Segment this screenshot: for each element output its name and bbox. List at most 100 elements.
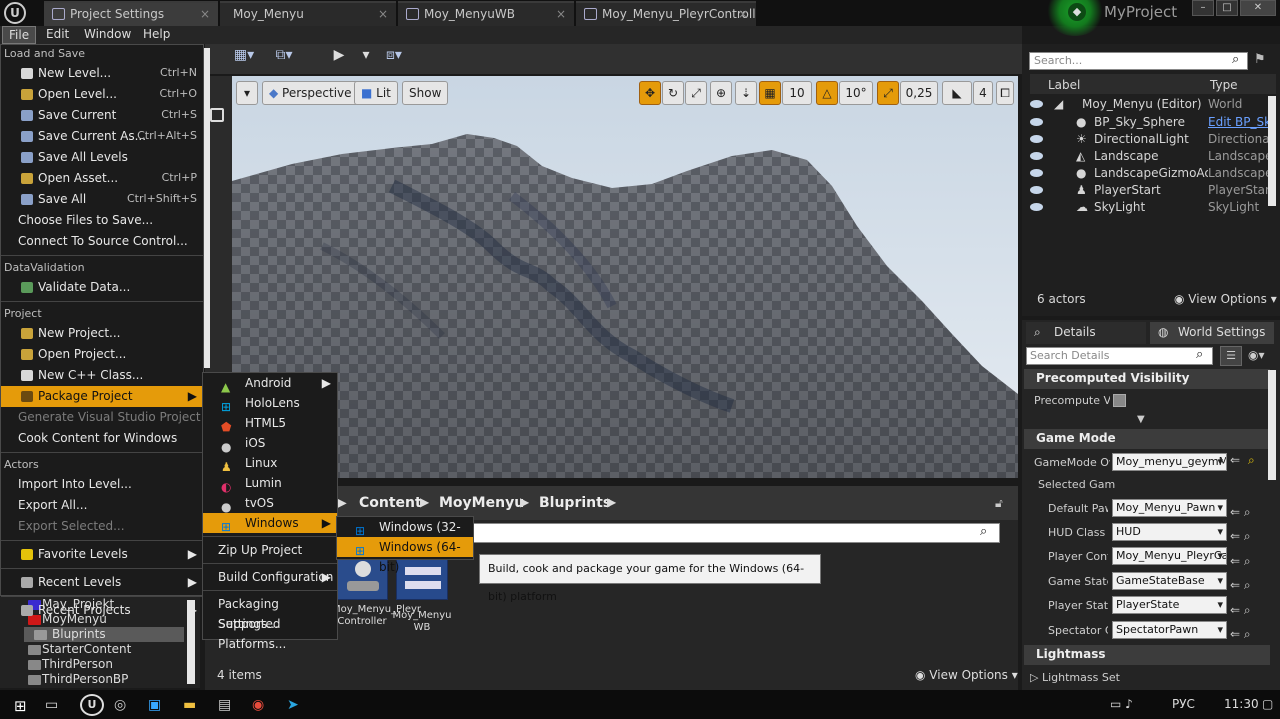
minimize-button[interactable]: – [1192, 0, 1214, 16]
lock-icon[interactable]: 🔓︎ [995, 496, 1003, 511]
platform-android[interactable]: ▲ Android ▶ [203, 373, 337, 394]
lightmass-settings-row[interactable]: ▷ Lightmass Set [1030, 671, 1120, 684]
telegram-icon[interactable]: ➤ [287, 697, 299, 713]
menu-edit[interactable]: Edit [40, 26, 75, 44]
menu-scrollbar[interactable] [204, 48, 210, 368]
expand-arrow-icon[interactable]: ▼ [1137, 414, 1145, 425]
outliner-row[interactable]: ◢ Moy_Menyu (Editor) World [1030, 96, 1276, 113]
outliner-row[interactable]: ◭ Landscape Landscape [1030, 148, 1276, 165]
tray-icons[interactable]: ▭ ♪ [1110, 697, 1133, 711]
app-icon[interactable]: ▤ [218, 697, 231, 713]
use-selected-icon[interactable]: ⇐ [1230, 453, 1240, 467]
scale-snap-icon[interactable]: ⤢ [877, 81, 899, 105]
level-viewport[interactable]: ▾ ◆ Perspective ■ Lit Show ✥ ↻ ⤢ ⊕ ⇣ ▦ 1… [232, 76, 1018, 478]
browse-icon[interactable]: ⌕ [1248, 453, 1255, 468]
outliner-row[interactable]: ♟ PlayerStart PlayerStart [1030, 182, 1276, 199]
world-space-icon[interactable]: ⊕ [710, 81, 732, 105]
language-indicator[interactable]: РУС [1172, 697, 1195, 711]
menu-save-current-as[interactable]: Save Current As... Ctrl+Alt+S [1, 126, 203, 147]
outliner-row[interactable]: ● BP_Sky_Sphere Edit BP_Sky [1030, 114, 1276, 131]
start-button[interactable]: ⊞ [14, 697, 27, 715]
tab-world-settings[interactable]: ◍ World Settings [1150, 322, 1274, 344]
menu-new-cpp-class[interactable]: New C++ Class... [1, 365, 203, 386]
hud-class-combo[interactable]: HUD [1112, 523, 1227, 541]
menu-open-level[interactable]: Open Level... Ctrl+O [1, 84, 203, 105]
scale-snap-value[interactable]: 0,25 [900, 81, 938, 105]
menu-build-configuration[interactable]: Build Configuration ▶ [203, 567, 337, 587]
add-actor-icon[interactable]: ⚑ [1254, 52, 1266, 67]
camera-speed-value[interactable]: 4 [973, 81, 993, 105]
breadcrumb-content[interactable]: Content [359, 495, 422, 511]
menu-packaging-settings[interactable]: Packaging Settings... [203, 594, 337, 631]
close-window-button[interactable]: ✕ [1240, 0, 1276, 16]
file-explorer-icon[interactable]: ▬ [183, 697, 196, 713]
maximize-button[interactable]: □ [1216, 0, 1238, 16]
perspective-button[interactable]: ◆ Perspective [262, 81, 359, 105]
tree-folder[interactable]: ThirdPerson [14, 657, 113, 672]
scale-icon[interactable]: ⤢ [685, 81, 707, 105]
close-icon[interactable]: × [378, 3, 388, 25]
close-icon[interactable]: × [200, 3, 210, 25]
outliner-row[interactable]: ☀ DirectionalLight DirectionalLi [1030, 131, 1276, 148]
col-type[interactable]: Type [1210, 78, 1238, 92]
play-options-icon[interactable]: ▾ [352, 44, 380, 66]
outliner-row[interactable]: ☁ SkyLight SkyLight [1030, 199, 1276, 216]
platform-windows[interactable]: ⊞ Windows ▶ [203, 513, 337, 534]
windows-32bit[interactable]: ⊞Windows (32-bit) [337, 517, 473, 554]
viewport-options-button[interactable]: ▾ [236, 81, 258, 105]
platform-tvos[interactable]: ● tvOS [203, 493, 337, 514]
eye-icon[interactable] [1030, 135, 1043, 143]
tab-project-settings[interactable]: Project Settings × [44, 1, 218, 26]
clock[interactable]: 11:30 [1224, 697, 1259, 711]
platform-ios[interactable]: ● iOS [203, 433, 337, 454]
menu-package-project[interactable]: Package Project ▶ [1, 386, 203, 407]
tab-details[interactable]: ⌕ Details [1026, 322, 1146, 344]
menu-save-all-levels[interactable]: Save All Levels [1, 147, 203, 168]
player-controller-combo[interactable]: Moy_Menyu_PleyrCa [1112, 547, 1227, 565]
menu-source-control[interactable]: Connect To Source Control... [1, 231, 203, 252]
menu-save-current[interactable]: Save Current Ctrl+S [1, 105, 203, 126]
notifications-icon[interactable]: ▢ [1262, 697, 1273, 711]
menu-open-asset[interactable]: Open Asset... Ctrl+P [1, 168, 203, 189]
menu-open-project[interactable]: Open Project... [1, 344, 203, 365]
menu-import-into-level[interactable]: Import Into Level... [1, 474, 203, 495]
menu-recent-levels[interactable]: Recent Levels ▶ [1, 572, 203, 593]
eye-icon[interactable] [1030, 100, 1043, 108]
rotate-icon[interactable]: ↻ [662, 81, 684, 105]
outliner-search-input[interactable]: Search... [1029, 52, 1248, 70]
game-state-combo[interactable]: GameStateBase [1112, 572, 1227, 590]
section-precomputed-visibility[interactable]: Precomputed Visibility [1024, 369, 1270, 389]
menu-cook-content[interactable]: Cook Content for Windows [1, 428, 203, 449]
menu-recent-projects[interactable]: Recent Projects ▶ [1, 600, 203, 621]
menu-supported-platforms[interactable]: Supported Platforms... [203, 614, 337, 651]
platform-html5[interactable]: ⬟ HTML5 [203, 413, 337, 434]
tab-level[interactable]: Moy_Menyu × [220, 1, 396, 26]
precompute-visibility-checkbox[interactable] [1113, 394, 1126, 407]
player-state-combo[interactable]: PlayerState [1112, 596, 1227, 614]
tab-widget-blueprint[interactable]: Moy_MenyuWB × [398, 1, 574, 26]
modes-icon[interactable]: ▦▾ [230, 44, 258, 66]
maximize-viewport-icon[interactable]: ⧠ [996, 81, 1014, 105]
tab-controller-blueprint[interactable]: Moy_Menyu_PleyrControll × [576, 1, 756, 26]
grid-snap-value[interactable]: 10 [782, 81, 812, 105]
platform-lumin[interactable]: ◐ Lumin [203, 473, 337, 494]
eye-icon[interactable] [1030, 169, 1043, 177]
task-view-icon[interactable]: ▭ [45, 697, 58, 713]
details-search-input[interactable]: Search Details [1026, 347, 1213, 365]
menu-file[interactable]: File [2, 26, 37, 44]
spectator-class-combo[interactable]: SpectatorPawn [1112, 621, 1227, 639]
surface-snap-icon[interactable]: ⇣ [735, 81, 757, 105]
lit-button[interactable]: ■ Lit [354, 81, 398, 105]
grid-snap-icon[interactable]: ▦ [759, 81, 781, 105]
menu-zip-project[interactable]: Zip Up Project [203, 540, 337, 560]
menu-new-project[interactable]: New Project... [1, 323, 203, 344]
outliner-row[interactable]: ●LandscapeGizmoActivLandscapeGi [1030, 165, 1276, 182]
breadcrumb-bluprints[interactable]: Bluprints [539, 495, 611, 511]
section-game-mode[interactable]: Game Mode [1024, 429, 1270, 449]
close-icon[interactable]: × [556, 3, 566, 25]
platform-linux[interactable]: ♟ Linux [203, 453, 337, 474]
eye-icon[interactable] [1030, 203, 1043, 211]
col-label[interactable]: Label [1048, 78, 1080, 92]
breadcrumb-more-icon[interactable]: ▶ [607, 495, 616, 509]
menu-export-all[interactable]: Export All... [1, 495, 203, 516]
